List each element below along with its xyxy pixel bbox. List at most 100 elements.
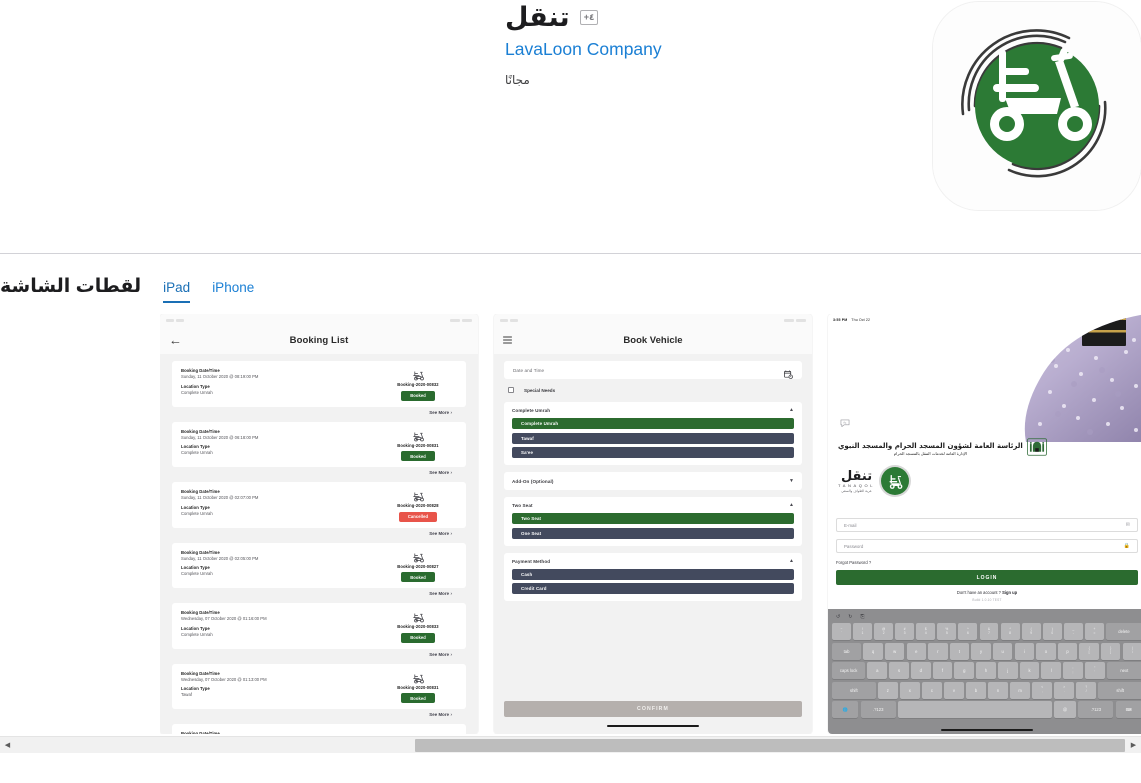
table-row[interactable]: Booking Date/TimeWednesday, 07 October 2…: [172, 663, 466, 709]
key-z[interactable]: z: [877, 681, 898, 699]
scrollbar-thumb[interactable]: [415, 738, 1125, 752]
scroll-right-arrow[interactable]: ▶: [1126, 737, 1141, 754]
see-more-link[interactable]: See More ›: [172, 467, 466, 475]
key-y[interactable]: y: [971, 642, 991, 660]
key-next[interactable]: next: [1106, 662, 1141, 679]
key-k[interactable]: k: [1019, 662, 1040, 679]
key-2[interactable]: @2: [874, 623, 894, 640]
table-row[interactable]: Booking Date/TimeWednesday, 07 October 2…: [172, 603, 466, 649]
key-quote[interactable]: " ': [1084, 662, 1105, 679]
tab-iphone[interactable]: iPhone: [212, 279, 254, 301]
key-shift-left[interactable]: shift: [832, 681, 876, 699]
login-button[interactable]: LOGIN: [836, 570, 1138, 585]
key-backslash[interactable]: | \: [1122, 642, 1141, 660]
key-9[interactable]: (9: [1021, 623, 1041, 640]
key-shift-right[interactable]: shift: [1098, 681, 1141, 699]
confirm-button[interactable]: CONFIRM: [504, 701, 802, 717]
seat-option[interactable]: Two Seat: [512, 513, 794, 524]
payment-header[interactable]: Payment Method ▲: [512, 558, 794, 564]
signup-link[interactable]: Sign up: [1002, 590, 1017, 595]
app-icon-container[interactable]: [933, 2, 1141, 210]
key-l[interactable]: l: [1041, 662, 1062, 679]
tab-ipad[interactable]: iPad: [163, 279, 191, 303]
keyboard-row-bottom[interactable]: shift z x c v b n m <, >.? / shift: [830, 681, 1141, 699]
key-b[interactable]: b: [966, 681, 986, 699]
date-and-time-field[interactable]: Date and Time: [504, 361, 802, 379]
chevron-up-icon[interactable]: ▲: [789, 558, 794, 564]
hide-keyboard-icon[interactable]: ⌨: [1115, 701, 1141, 718]
key--[interactable]: _ -: [1063, 623, 1083, 640]
key-v[interactable]: v: [944, 681, 964, 699]
keyboard-row-home[interactable]: caps lock a s d f g h j k l:; " ' next: [830, 662, 1141, 679]
key-w[interactable]: w: [884, 642, 905, 660]
see-more-link[interactable]: See More ›: [172, 649, 466, 657]
payment-option[interactable]: Credit Card: [512, 583, 794, 594]
screenshot-gallery[interactable]: ← Booking List Booking Date/Time Sunday, …: [160, 314, 1141, 734]
key-tab[interactable]: tab: [832, 642, 862, 660]
developer-link[interactable]: LavaLoon Company: [505, 38, 925, 60]
key-s[interactable]: s: [889, 662, 909, 679]
key-n[interactable]: n: [988, 681, 1008, 699]
key-`[interactable]: ~ `: [832, 623, 851, 640]
hamburger-menu-icon[interactable]: [503, 336, 512, 344]
key-e[interactable]: e: [906, 642, 926, 660]
key-x[interactable]: x: [899, 681, 920, 699]
key-h[interactable]: h: [976, 662, 996, 679]
key-5[interactable]: % 5: [937, 623, 957, 640]
table-row[interactable]: Booking Date/Time Sunday, 11 October 2020…: [172, 542, 466, 588]
language-icon[interactable]: Aع: [840, 415, 850, 427]
keyboard-tool-icon-1[interactable]: ↻: [848, 615, 852, 620]
see-more-link[interactable]: See More ›: [172, 588, 466, 596]
calendar-clock-icon[interactable]: [784, 366, 793, 379]
key-at[interactable]: @: [1054, 701, 1077, 718]
key-bracket-right[interactable]: }]: [1101, 642, 1121, 660]
key-q[interactable]: q: [863, 642, 883, 660]
key-a[interactable]: a: [867, 662, 888, 679]
key-semicolon[interactable]: :;: [1063, 662, 1083, 679]
key-1[interactable]: ! 1: [853, 623, 872, 640]
password-field[interactable]: Password 🔒: [836, 539, 1138, 553]
key-numbers-left[interactable]: .?123: [860, 701, 896, 718]
see-more-link[interactable]: See More ›: [172, 407, 466, 415]
key-7[interactable]: & 7: [979, 623, 999, 640]
scroll-left-arrow[interactable]: ◀: [0, 737, 15, 754]
key-t[interactable]: t: [949, 642, 970, 660]
chevron-down-icon[interactable]: ▼: [789, 478, 794, 484]
payment-option[interactable]: Cash: [512, 568, 794, 580]
key-i[interactable]: i: [1014, 642, 1034, 660]
key-3[interactable]: #3: [895, 623, 915, 640]
globe-icon[interactable]: 🌐: [832, 701, 859, 718]
special-needs-checkbox[interactable]: [508, 387, 514, 393]
key-0[interactable]: ) 0: [1042, 623, 1062, 640]
key-d[interactable]: d: [910, 662, 931, 679]
seat-option[interactable]: One Seat: [512, 527, 794, 539]
keyboard-row-numbers[interactable]: ~ `! 1 @2 #3 $4% 5 ^ 6 & 7 * 8(9) 0 _ - + = delete: [830, 623, 1141, 640]
key-comma[interactable]: <,: [1032, 681, 1053, 699]
screenshot-booking-list[interactable]: ← Booking List Booking Date/Time Sunday, …: [160, 314, 478, 734]
table-row[interactable]: Booking Date/Time Sunday, 11 October 2020…: [172, 361, 466, 407]
scrollbar-track[interactable]: [15, 737, 1126, 754]
service-option[interactable]: Tawaf: [512, 432, 794, 444]
key-slash[interactable]: ? /: [1076, 681, 1097, 699]
ios-keyboard[interactable]: ↺ ↻ ⎘ ~ `! 1 @2 #3 $4% 5 ^ 6 & 7 * 8(9) 0 _ - + = delete tab…: [828, 609, 1141, 734]
back-arrow-icon[interactable]: ←: [169, 334, 182, 347]
service-option[interactable]: Complete Umrah: [512, 418, 794, 429]
see-more-link[interactable]: See More ›: [172, 709, 466, 717]
forgot-password-link[interactable]: Forgot Password ?: [836, 560, 1138, 565]
key-delete[interactable]: delete: [1106, 623, 1141, 640]
screenshot-book-vehicle[interactable]: Book Vehicle Date and Time Special Needs…: [494, 314, 812, 734]
key-r[interactable]: r: [928, 642, 948, 660]
tanaqol-scooter-icon[interactable]: [933, 2, 1141, 210]
key-8[interactable]: * 8: [1000, 623, 1020, 640]
service-type-header[interactable]: Complete Umrah ▲: [512, 408, 794, 414]
key-u[interactable]: u: [992, 642, 1013, 660]
key-m[interactable]: m: [1010, 681, 1031, 699]
keyboard-tool-icon-0[interactable]: ↺: [836, 615, 840, 620]
special-needs-row[interactable]: Special Needs: [504, 385, 802, 395]
seat-header[interactable]: Two Seat ▲: [512, 503, 794, 509]
key-numbers-right[interactable]: .?123: [1078, 701, 1114, 718]
key-p[interactable]: p: [1057, 642, 1078, 660]
key-g[interactable]: g: [954, 662, 975, 679]
table-row[interactable]: Booking Date/Time Sunday, 11 October 2020…: [172, 482, 466, 528]
key-j[interactable]: j: [997, 662, 1018, 679]
